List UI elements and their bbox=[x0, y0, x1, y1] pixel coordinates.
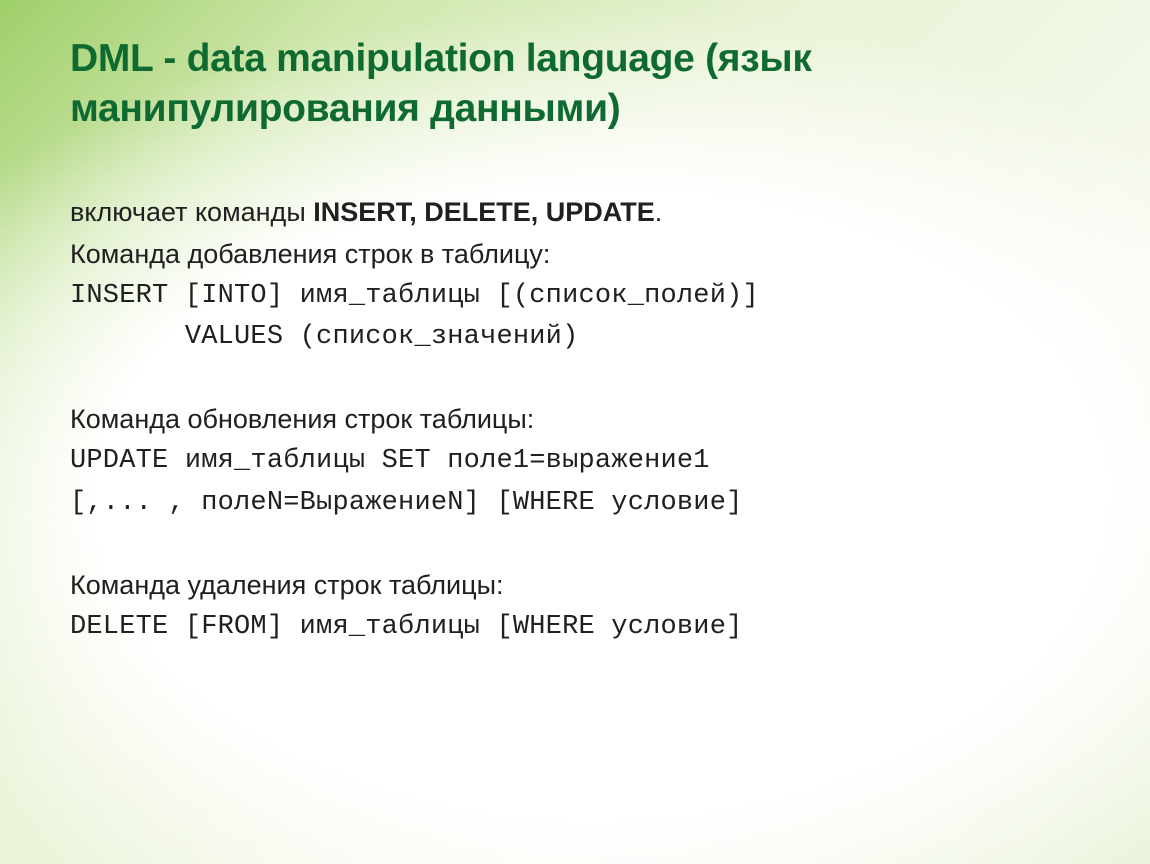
insert-code-line-2: VALUES (список_значений) bbox=[70, 317, 1080, 359]
update-code-line-2: [,... , полеN=ВыражениеN] [WHERE условие… bbox=[70, 483, 1080, 525]
slide: DML - data manipulation language (язык м… bbox=[0, 0, 1150, 864]
intro-line: включает команды INSERT, DELETE, UPDATE. bbox=[70, 192, 1080, 234]
slide-title: DML - data manipulation language (язык м… bbox=[70, 34, 1080, 134]
intro-suffix: . bbox=[655, 197, 663, 227]
intro-commands: INSERT, DELETE, UPDATE bbox=[313, 197, 655, 227]
update-code-line-1: UPDATE имя_таблицы SET поле1=выражение1 bbox=[70, 441, 1080, 483]
insert-label: Команда добавления строк в таблицу: bbox=[70, 234, 1080, 276]
delete-code-line-1: DELETE [FROM] имя_таблицы [WHERE условие… bbox=[70, 607, 1080, 649]
delete-label: Команда удаления строк таблицы: bbox=[70, 565, 1080, 607]
insert-code-line-1: INSERT [INTO] имя_таблицы [(список_полей… bbox=[70, 276, 1080, 318]
update-label: Команда обновления строк таблицы: bbox=[70, 399, 1080, 441]
slide-body: включает команды INSERT, DELETE, UPDATE.… bbox=[70, 192, 1080, 649]
intro-prefix: включает команды bbox=[70, 197, 313, 227]
spacer bbox=[70, 525, 1080, 565]
spacer bbox=[70, 359, 1080, 399]
